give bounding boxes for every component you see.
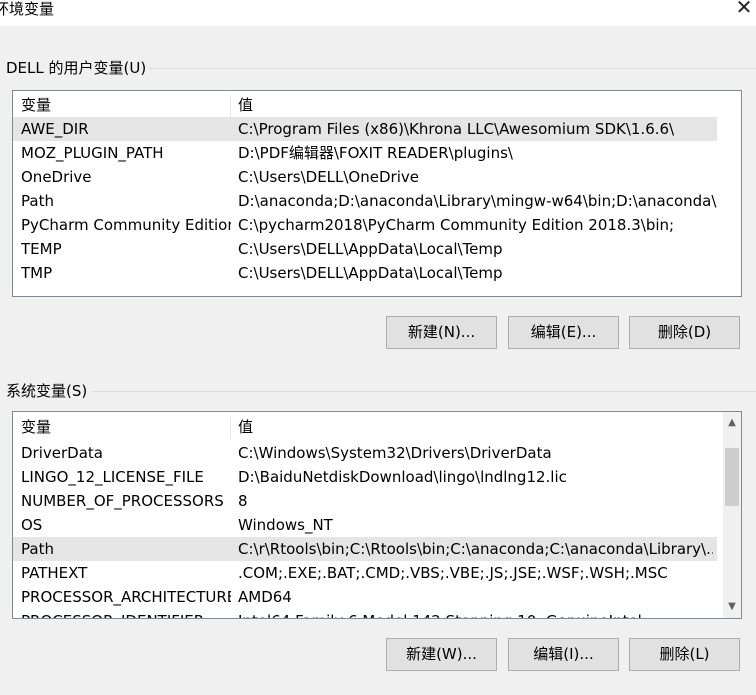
variable-name: LINGO_12_LICENSE_FILE (21, 468, 204, 486)
system-delete-button[interactable]: 删除(L) (629, 638, 740, 671)
column-divider[interactable] (230, 95, 231, 117)
table-row[interactable]: Path D:\anaconda;D:\anaconda\Library\min… (13, 189, 718, 213)
group-divider (92, 391, 756, 392)
list-header: 变量 值 (13, 93, 717, 117)
variable-name: Path (21, 540, 54, 558)
vertical-scrollbar[interactable]: ▲ ▼ (723, 412, 741, 618)
table-row[interactable]: TMP C:\Users\DELL\AppData\Local\Temp (13, 261, 717, 285)
user-new-button[interactable]: 新建(N)... (386, 316, 497, 349)
column-header-value[interactable]: 值 (238, 93, 253, 117)
title-bar: 环境变量 ✕ (0, 0, 756, 26)
table-row[interactable]: MOZ_PLUGIN_PATH D:\PDF编辑器\FOXIT READER\p… (13, 141, 717, 165)
variable-value: D:\PDF编辑器\FOXIT READER\plugins\ (238, 144, 513, 162)
user-delete-button[interactable]: 删除(D) (629, 316, 740, 349)
variable-value: D:\BaiduNetdiskDownload\lingo\lndlng12.l… (238, 468, 567, 486)
variable-name: DriverData (21, 444, 103, 462)
variable-value: D:\anaconda;D:\anaconda\Library\mingw-w6… (238, 192, 718, 210)
variable-value: Windows_NT (238, 516, 333, 534)
variable-name: PROCESSOR_ARCHITECTURE (21, 588, 231, 606)
table-row[interactable]: PROCESSOR_IDENTIFIER Intel64 Family 6 Mo… (13, 609, 717, 618)
variable-value: C:\Windows\System32\Drivers\DriverData (238, 444, 552, 462)
variable-value: C:\Program Files (x86)\Khrona LLC\Awesom… (238, 120, 675, 138)
system-edit-button[interactable]: 编辑(I)... (508, 638, 619, 671)
variable-name: PATHEXT (21, 564, 88, 582)
variable-value: C:\Users\DELL\AppData\Local\Temp (238, 240, 503, 258)
variable-name: OneDrive (21, 168, 92, 186)
variable-name: Path (21, 192, 54, 210)
table-row[interactable]: OS Windows_NT (13, 513, 717, 537)
variable-name: PROCESSOR_IDENTIFIER (21, 609, 231, 618)
variable-name: OS (21, 516, 43, 534)
user-variables-label: DELL 的用户变量(U) (6, 59, 147, 77)
column-header-name[interactable]: 变量 (21, 93, 231, 117)
variable-value: Intel64 Family 6 Model 142 Stepping 10, … (238, 609, 713, 618)
scroll-thumb[interactable] (725, 448, 739, 506)
variable-value: 8 (238, 492, 248, 510)
table-row[interactable]: LINGO_12_LICENSE_FILE D:\BaiduNetdiskDow… (13, 465, 717, 489)
system-variables-label: 系统变量(S) (6, 382, 88, 400)
table-row[interactable]: PROCESSOR_ARCHITECTURE AMD64 (13, 585, 717, 609)
variable-name: TEMP (21, 240, 62, 258)
user-variables-list[interactable]: 变量 值 AWE_DIR C:\Program Files (x86)\Khro… (12, 90, 742, 297)
table-row[interactable]: TEMP C:\Users\DELL\AppData\Local\Temp (13, 237, 717, 261)
variable-value: C:\pycharm2018\PyCharm Community Edition… (238, 216, 675, 234)
variable-name: MOZ_PLUGIN_PATH (21, 144, 164, 162)
variable-name: TMP (21, 264, 53, 282)
system-new-button[interactable]: 新建(W)... (386, 638, 497, 671)
variable-name: NUMBER_OF_PROCESSORS (21, 492, 224, 510)
column-header-value[interactable]: 值 (238, 415, 253, 439)
system-variables-list[interactable]: 变量 值 DriverData C:\Windows\System32\Driv… (12, 411, 742, 619)
group-divider (148, 68, 756, 69)
list-header: 变量 值 (13, 415, 717, 439)
variable-value: C:\Users\DELL\AppData\Local\Temp (238, 264, 503, 282)
table-row[interactable]: DriverData C:\Windows\System32\Drivers\D… (13, 441, 717, 465)
variable-value: AMD64 (238, 588, 292, 606)
table-row[interactable]: AWE_DIR C:\Program Files (x86)\Khrona LL… (13, 117, 717, 141)
close-icon[interactable]: ✕ (732, 0, 756, 18)
table-row[interactable]: NUMBER_OF_PROCESSORS 8 (13, 489, 717, 513)
variable-name: AWE_DIR (21, 120, 89, 138)
variable-value: C:\Users\DELL\OneDrive (238, 168, 419, 186)
table-row[interactable]: Path C:\r\Rtools\bin;C:\Rtools\bin;C:\an… (13, 537, 717, 561)
column-header-name[interactable]: 变量 (21, 415, 231, 439)
variable-name: PyCharm Community Edition (21, 216, 231, 234)
scroll-down-icon[interactable]: ▼ (723, 598, 741, 616)
table-row[interactable]: PyCharm Community Edition C:\pycharm2018… (13, 213, 717, 237)
table-row[interactable]: PATHEXT .COM;.EXE;.BAT;.CMD;.VBS;.VBE;.J… (13, 561, 717, 585)
window-title: 环境变量 (0, 0, 55, 18)
variable-value: C:\r\Rtools\bin;C:\Rtools\bin;C:\anacond… (238, 540, 713, 558)
variable-value: .COM;.EXE;.BAT;.CMD;.VBS;.VBE;.JS;.JSE;.… (238, 564, 668, 582)
table-row[interactable]: OneDrive C:\Users\DELL\OneDrive (13, 165, 717, 189)
column-divider[interactable] (230, 417, 231, 439)
user-edit-button[interactable]: 编辑(E)... (508, 316, 619, 349)
scroll-up-icon[interactable]: ▲ (723, 414, 741, 432)
